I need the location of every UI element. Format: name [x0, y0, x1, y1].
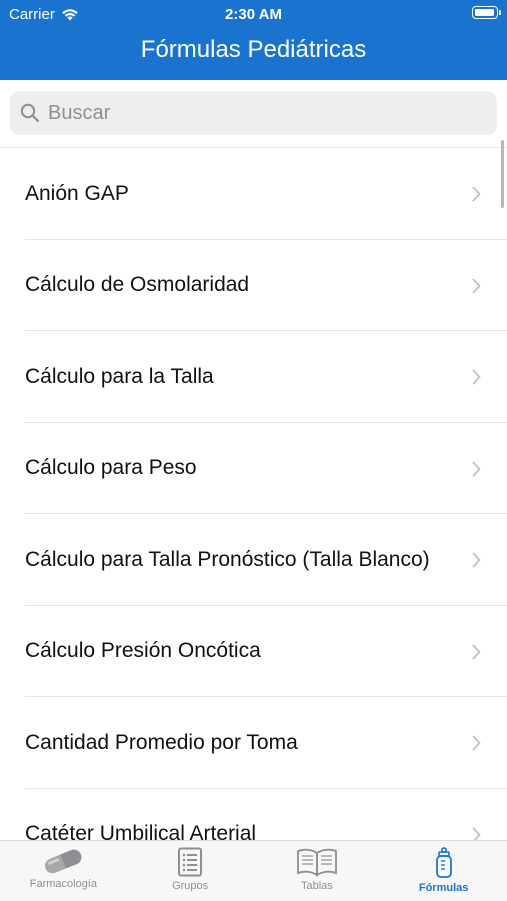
list-item[interactable]: Cálculo para Talla Pronóstico (Talla Bla… — [0, 514, 507, 606]
tab-grupos[interactable]: Grupos — [127, 841, 254, 901]
list-item-label: Cantidad Promedio por Toma — [25, 730, 298, 754]
page-title: Fórmulas Pediátricas — [140, 36, 367, 63]
pill-icon — [45, 849, 82, 874]
tab-bar: Farmacología Grupos Tablas Fórmulas — [0, 840, 507, 901]
search-icon — [20, 103, 40, 123]
list-item-label: Anión GAP — [25, 181, 129, 205]
chevron-right-icon — [472, 735, 481, 751]
tab-label: Grupos — [172, 880, 209, 892]
baby-bottle-icon — [435, 847, 452, 878]
formula-list[interactable]: Anión GAP Cálculo de Osmolaridad Cálculo… — [0, 148, 507, 840]
chevron-right-icon — [472, 369, 481, 385]
book-icon — [296, 848, 337, 877]
chevron-right-icon — [472, 461, 481, 476]
list-item-label: Cálculo Presión Oncótica — [25, 639, 261, 663]
tab-tablas[interactable]: Tablas — [254, 841, 381, 901]
battery-icon — [472, 6, 501, 19]
list-item-label: Cálculo para Talla Pronóstico (Talla Bla… — [25, 547, 430, 571]
tab-label: Fórmulas — [418, 882, 469, 894]
list-item[interactable]: Anión GAP — [0, 148, 507, 240]
list-item-label: Cálculo para la Talla — [25, 364, 214, 388]
chevron-right-icon — [472, 278, 481, 293]
list-item[interactable]: Cálculo Presión Oncótica — [0, 606, 507, 698]
chevron-right-icon — [472, 186, 481, 202]
chevron-right-icon — [472, 644, 481, 659]
tab-farmacologia[interactable]: Farmacología — [0, 841, 127, 901]
list-item[interactable]: Catéter Umbilical Arterial — [0, 789, 507, 840]
navigation-bar: Carrier 2:30 AM Fórmulas Pediátricas — [0, 0, 507, 80]
tab-label: Tablas — [300, 880, 333, 892]
tab-formulas[interactable]: Fórmulas — [380, 841, 507, 901]
search-bar[interactable] — [10, 91, 497, 135]
list-item-label: Catéter Umbilical Arterial — [25, 822, 257, 840]
status-time: 2:30 AM — [225, 6, 282, 23]
list-item-label: Cálculo de Osmolaridad — [25, 273, 250, 297]
search-input[interactable] — [46, 100, 470, 126]
list-icon — [178, 847, 203, 877]
list-item-label: Cálculo para Peso — [25, 456, 197, 480]
list-item[interactable]: Cálculo para Peso — [0, 423, 507, 515]
chevron-right-icon — [472, 827, 481, 840]
chevron-right-icon — [472, 552, 481, 568]
search-bar-container — [0, 80, 507, 148]
list-item[interactable]: Cálculo de Osmolaridad — [0, 240, 507, 332]
list-item[interactable]: Cantidad Promedio por Toma — [0, 697, 507, 789]
list-item[interactable]: Cálculo para la Talla — [0, 331, 507, 423]
scrollbar[interactable] — [501, 140, 504, 208]
tab-label: Farmacología — [29, 878, 97, 890]
